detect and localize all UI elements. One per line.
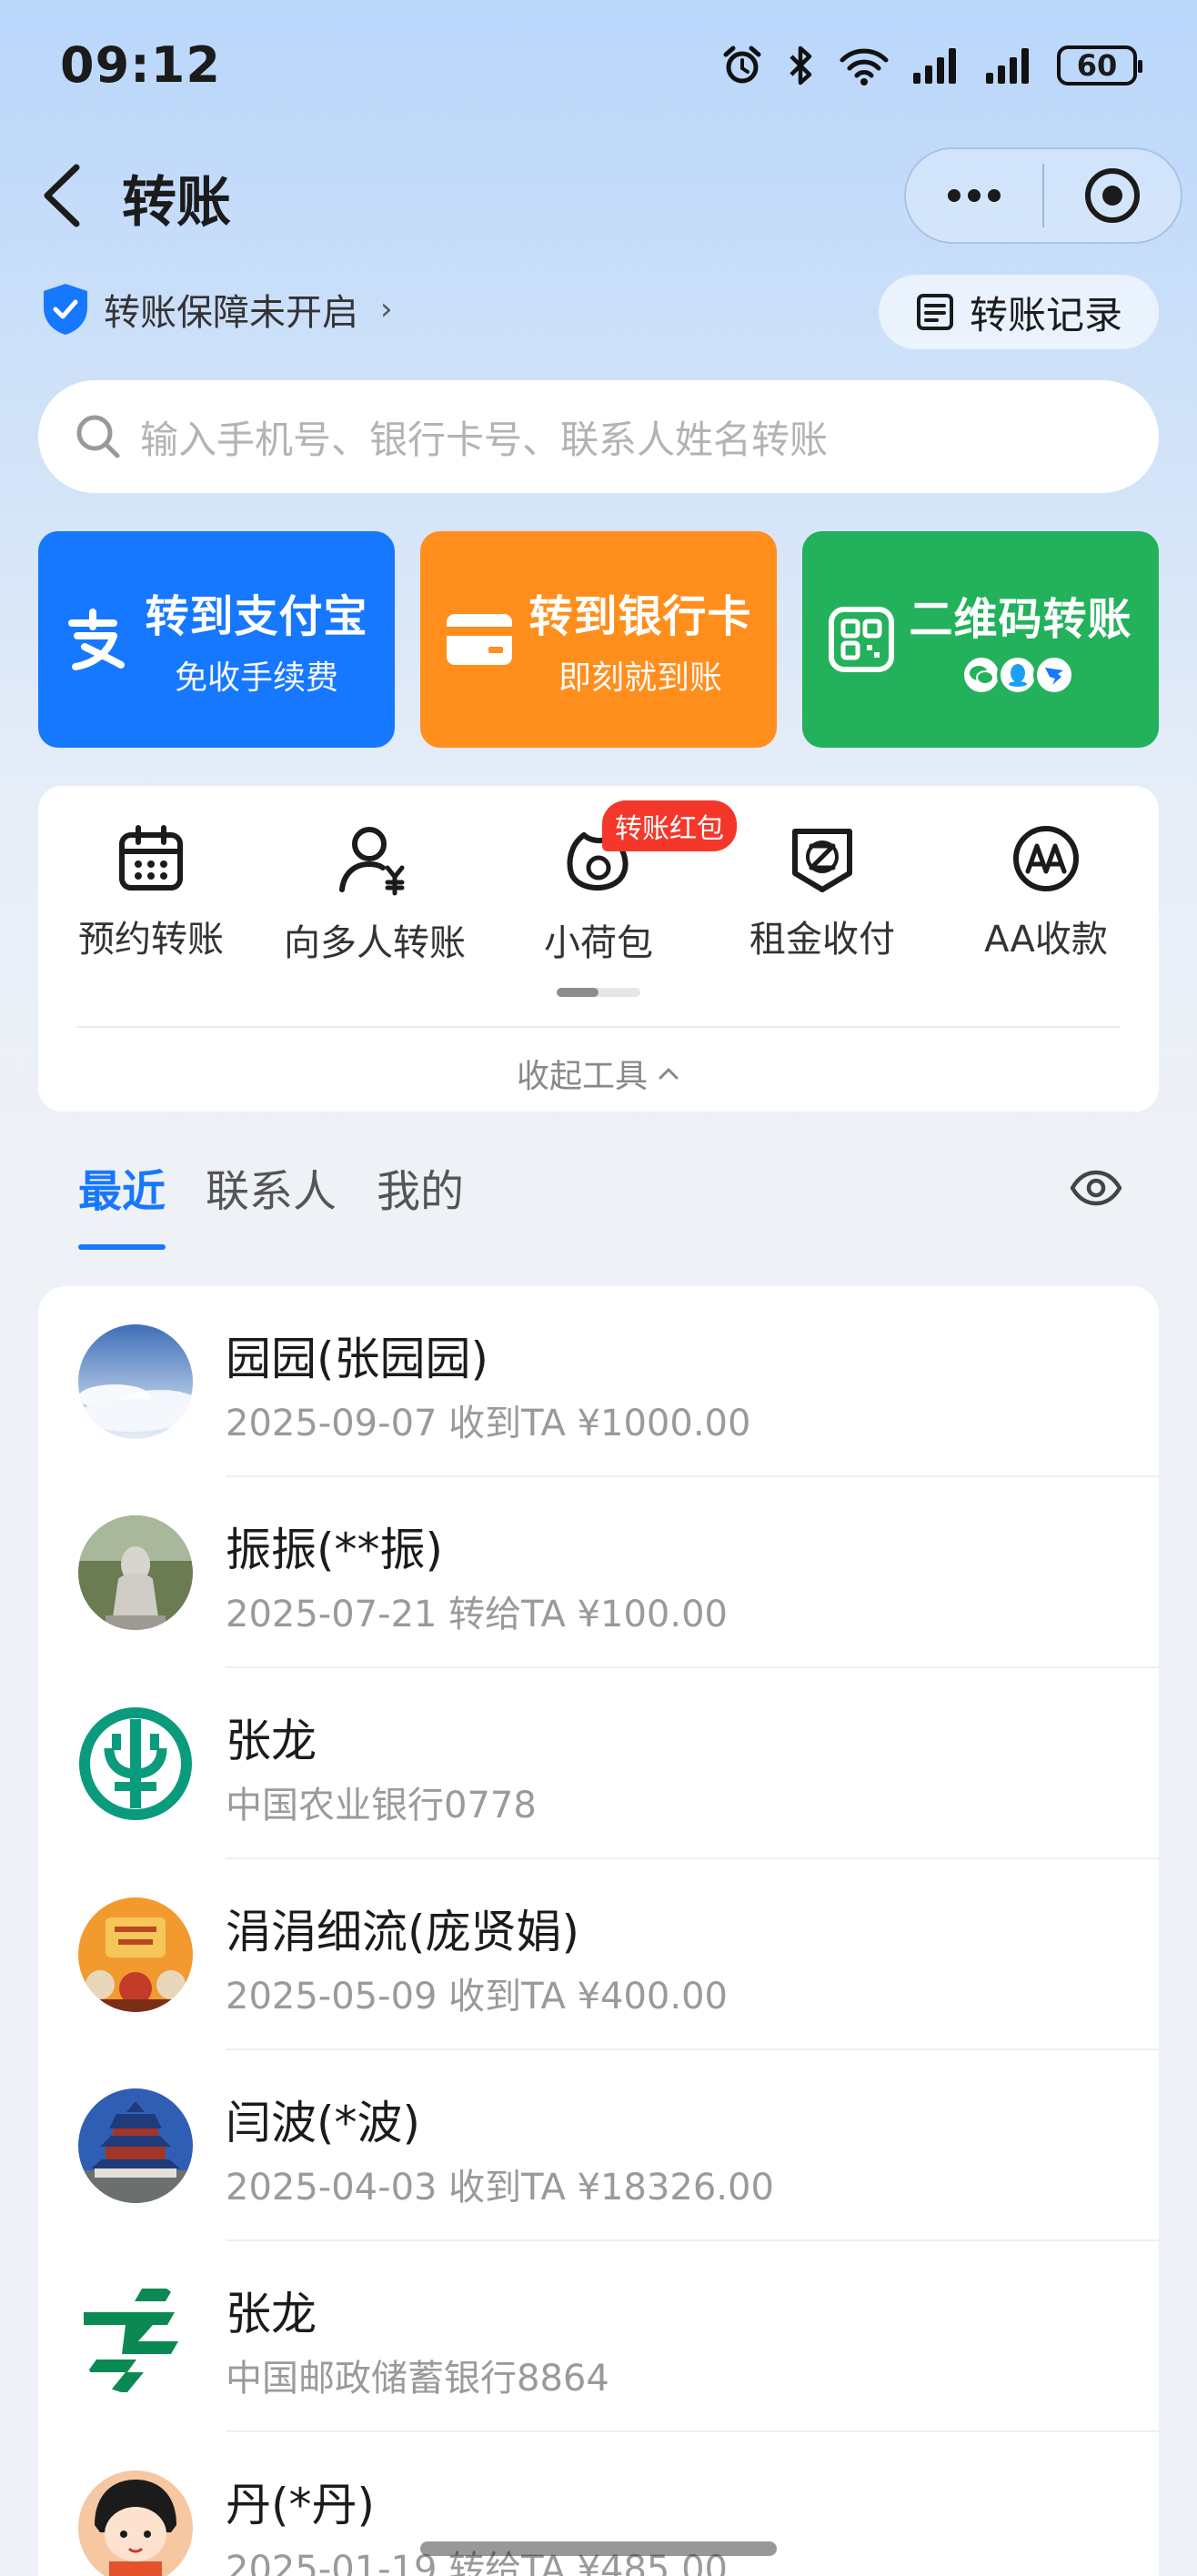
battery-level: 60 (1076, 48, 1118, 83)
list-item[interactable]: 园园(张园园) 2025-09-07 收到TA ¥1000.00 (38, 1286, 1159, 1477)
contact-tabs: 最近 联系人 我的 (78, 1155, 464, 1250)
contact-name: 振振(**振) (226, 1524, 444, 1576)
qrcode-transfer-card[interactable]: 二维码转账 (802, 531, 1159, 748)
tab-recent[interactable]: 最近 (78, 1155, 166, 1250)
signal-icon (984, 45, 1035, 86)
chevron-right-icon: › (380, 291, 393, 327)
card-icon (447, 614, 513, 665)
contact-meta: 2025-05-09 收到TA ¥400.00 (226, 1976, 728, 2018)
search-input[interactable]: 输入手机号、银行卡号、联系人姓名转账 (38, 380, 1159, 493)
aa-icon (1013, 826, 1079, 891)
pager-active (557, 988, 598, 997)
capsule-menu (904, 147, 1182, 244)
page-title: 转账 (122, 171, 231, 235)
contact-meta: 2025-04-03 收到TA ¥18326.00 (226, 2167, 774, 2209)
header: 转账 (0, 146, 1197, 246)
records-button[interactable]: 转账记录 (879, 275, 1159, 349)
tool-label: AA收款 (984, 919, 1108, 961)
shield-icon (44, 284, 87, 335)
protection-status[interactable]: 转账保障未开启 › (40, 282, 393, 337)
list-icon (916, 294, 953, 330)
qr-app-icons (960, 654, 1075, 696)
battery-icon: 60 (1057, 45, 1142, 86)
tools-pager (557, 988, 640, 997)
alarm-icon (720, 44, 764, 87)
avatar (78, 1897, 193, 2012)
bluetooth-icon (786, 44, 817, 87)
rent-icon (792, 829, 852, 892)
avatar (78, 2088, 193, 2203)
status-icons: 60 (720, 44, 1142, 87)
search-icon (76, 415, 120, 458)
list-item[interactable]: 张龙 中国邮政储蓄银行8864 (38, 2241, 1159, 2432)
eye-icon (1070, 1170, 1122, 1206)
card-title: 转到银行卡 (528, 591, 752, 642)
avatar (78, 2279, 193, 2394)
avatar (78, 1515, 193, 1630)
collapse-tools-button[interactable]: 收起工具 (38, 1050, 1159, 1097)
home-indicator (420, 2541, 777, 2556)
card-subtitle: 免收手续费 (174, 659, 338, 697)
tab-contacts[interactable]: 联系人 (206, 1155, 337, 1219)
status-time: 09:12 (60, 36, 221, 94)
list-item[interactable]: 振振(**振) 2025-07-21 转给TA ¥100.00 (38, 1477, 1159, 1668)
card-subtitle: 即刻就到账 (558, 659, 722, 697)
signal-icon (911, 45, 962, 86)
contact-meta: 中国农业银行0778 (226, 1785, 537, 1826)
records-label: 转账记录 (969, 292, 1122, 337)
list-item[interactable]: 张龙 中国农业银行0778 (38, 1668, 1159, 1859)
tool-label: 租金收付 (749, 919, 895, 961)
list-item[interactable]: 闫波(*波) 2025-04-03 收到TA ¥18326.00 (38, 2050, 1159, 2241)
privacy-toggle[interactable] (1070, 1170, 1122, 1210)
tool-rent[interactable]: 租金收付 (713, 824, 931, 962)
tab-mine[interactable]: 我的 (377, 1155, 464, 1219)
contact-name: 涓涓细流(庞贤娟) (226, 1906, 580, 1958)
target-icon (1084, 168, 1140, 223)
tool-aa[interactable]: AA收款 (937, 824, 1155, 962)
alipay-icon (68, 609, 126, 670)
contact-meta: 2025-07-21 转给TA ¥100.00 (226, 1594, 728, 1635)
tool-multi-transfer[interactable]: 向多人转账 (266, 824, 484, 966)
card-title: 二维码转账 (909, 594, 1132, 645)
avatar (78, 1706, 193, 1821)
status-bar: 09:12 60 (0, 0, 1197, 136)
transfer-cards: 转到支付宝 免收手续费 转到银行卡 即刻就到账 二维码转账 (38, 531, 1159, 748)
multi-user-yuan-icon (339, 827, 405, 896)
back-button[interactable] (36, 162, 91, 229)
chevron-left-icon (44, 164, 80, 227)
to-alipay-card[interactable]: 转到支付宝 免收手续费 (38, 531, 395, 748)
list-item[interactable]: 涓涓细流(庞贤娟) 2025-05-09 收到TA ¥400.00 (38, 1859, 1159, 2050)
contact-meta: 中国邮政储蓄银行8864 (226, 2358, 609, 2400)
tool-label: 预约转账 (78, 919, 224, 961)
collapse-label: 收起工具 (516, 1058, 648, 1095)
to-bank-card[interactable]: 转到银行卡 即刻就到账 (420, 531, 777, 748)
calendar-icon (119, 825, 183, 891)
tools-divider (76, 1026, 1121, 1028)
card-title: 转到支付宝 (145, 591, 368, 642)
tool-label: 向多人转账 (284, 922, 466, 964)
search-placeholder: 输入手机号、银行卡号、联系人姓名转账 (140, 417, 829, 462)
more-icon (948, 189, 1001, 202)
contact-name: 园园(张园园) (226, 1333, 489, 1385)
tool-scheduled-transfer[interactable]: 预约转账 (42, 824, 260, 962)
chevron-up-icon (659, 1068, 679, 1080)
protection-text: 转账保障未开启 (104, 292, 358, 334)
recent-contacts-list: 园园(张园园) 2025-09-07 收到TA ¥1000.00 振振(**振)… (38, 1286, 1159, 2576)
avatar (78, 1324, 193, 1439)
tools-panel: 预约转账 向多人转账 小荷包 租金收付 AA收款 转账红包 收起工具 (38, 786, 1159, 1112)
contact-name: 丹(*丹) (226, 2479, 376, 2531)
tool-label: 小荷包 (544, 922, 653, 964)
contact-name: 张龙 (226, 2288, 317, 2340)
avatar (78, 2470, 193, 2576)
more-button[interactable] (906, 149, 1042, 242)
red-packet-badge: 转账红包 (602, 800, 737, 851)
qrcode-icon (829, 607, 895, 672)
close-miniapp-button[interactable] (1044, 149, 1181, 242)
contact-name: 闫波(*波) (226, 2097, 421, 2149)
contact-name: 张龙 (226, 1715, 317, 1767)
wifi-icon (839, 45, 890, 86)
contact-meta: 2025-09-07 收到TA ¥1000.00 (226, 1403, 751, 1444)
dingtalk-icon (1032, 654, 1075, 696)
